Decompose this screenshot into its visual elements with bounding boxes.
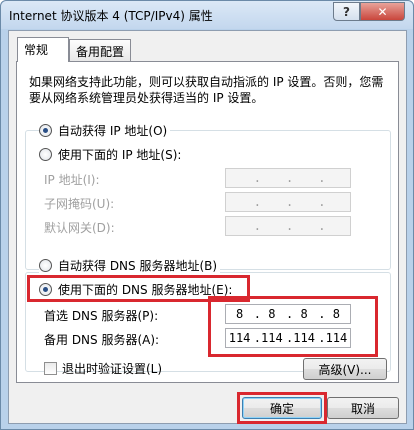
- dialog-body: 常规 备用配置 如果网络支持此功能，则可以获取自动指派的 IP 设置。否则，您需…: [8, 30, 407, 424]
- radio-manual-ip-label: 使用下面的 IP 地址(S):: [58, 148, 182, 162]
- radio-manual-ip[interactable]: 使用下面的 IP 地址(S):: [39, 146, 185, 163]
- default-gateway-label: 默认网关(D):: [44, 221, 115, 235]
- window-title: Internet 协议版本 4 (TCP/IPv4) 属性: [9, 9, 213, 23]
- subnet-mask-label: 子网掩码(U):: [44, 197, 115, 211]
- advanced-button[interactable]: 高级(V)...: [303, 358, 387, 380]
- highlight-dns-fields: [208, 296, 378, 357]
- help-icon: ?: [343, 4, 350, 19]
- radio-button-icon: [39, 124, 52, 137]
- validate-on-exit-checkbox[interactable]: 退出时验证设置(L): [44, 360, 162, 377]
- tab-panel-general: 如果网络支持此功能，则可以获取自动指派的 IP 设置。否则，您需要从网络系统管理…: [16, 61, 399, 383]
- default-gateway-field[interactable]: . . .: [225, 216, 351, 236]
- title-bar[interactable]: Internet 协议版本 4 (TCP/IPv4) 属性 ? ✕: [1, 1, 413, 29]
- tab-general[interactable]: 常规: [17, 37, 69, 62]
- cancel-button[interactable]: 取消: [327, 397, 399, 419]
- tab-alternate-config[interactable]: 备用配置: [69, 39, 131, 61]
- checkbox-icon: [44, 362, 57, 375]
- subnet-mask-field[interactable]: . . .: [225, 192, 351, 212]
- radio-auto-ip-label: 自动获得 IP 地址(O): [58, 124, 168, 138]
- radio-auto-dns[interactable]: 自动获得 DNS 服务器地址(B): [39, 257, 221, 274]
- radio-auto-ip[interactable]: 自动获得 IP 地址(O): [39, 122, 171, 139]
- preferred-dns-label: 首选 DNS 服务器(P):: [44, 309, 159, 323]
- ip-address-field[interactable]: . . .: [225, 168, 351, 188]
- radio-button-icon: [39, 259, 52, 272]
- close-button[interactable]: ✕: [360, 2, 405, 21]
- radio-auto-dns-label: 自动获得 DNS 服务器地址(B): [58, 259, 218, 273]
- radio-button-icon: [39, 148, 52, 161]
- close-icon: ✕: [377, 4, 388, 19]
- help-button[interactable]: ?: [333, 2, 360, 21]
- dialog-window: Internet 协议版本 4 (TCP/IPv4) 属性 ? ✕ 常规 备用配…: [0, 0, 414, 430]
- alternate-dns-label: 备用 DNS 服务器(A):: [44, 333, 160, 347]
- description-text: 如果网络支持此功能，则可以获取自动指派的 IP 设置。否则，您需要从网络系统管理…: [29, 75, 384, 105]
- ip-address-label: IP 地址(I):: [44, 173, 100, 187]
- highlight-ok-button: [237, 392, 327, 424]
- validate-on-exit-label: 退出时验证设置(L): [62, 362, 163, 376]
